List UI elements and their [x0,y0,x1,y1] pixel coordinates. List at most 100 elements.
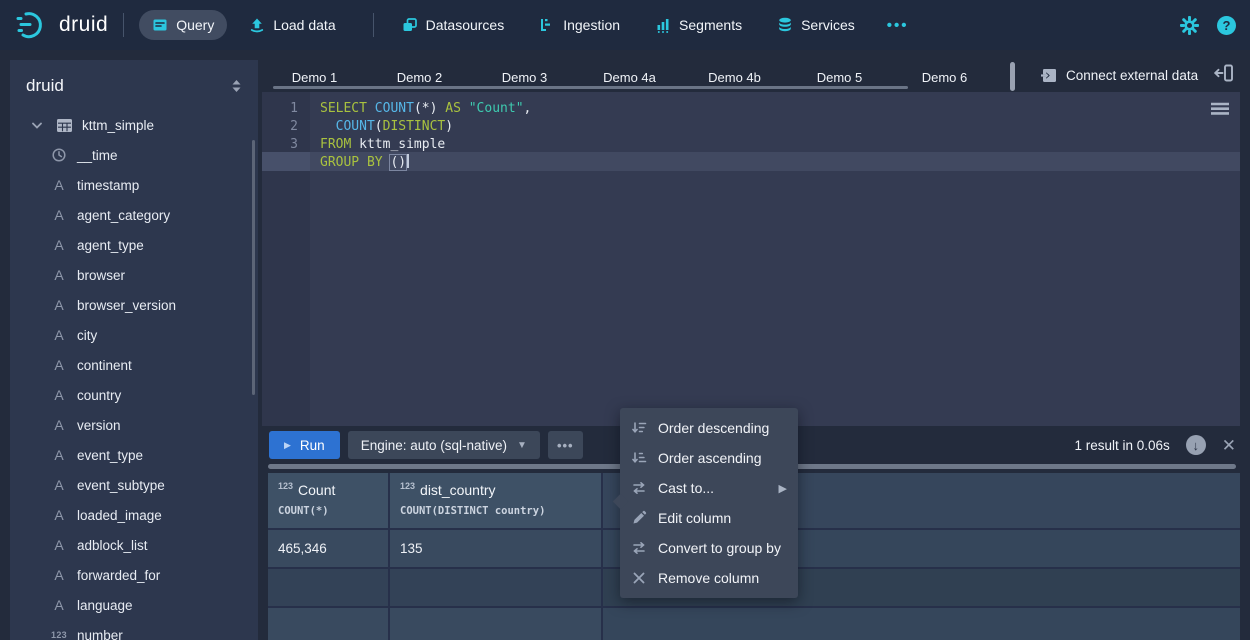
nav-item-load-data[interactable]: Load data [236,10,348,40]
nav-item-query[interactable]: Query [139,10,227,40]
connect-external-data-button[interactable]: Connect external data [1032,60,1206,90]
tree-item-column[interactable]: __time [10,140,258,170]
ingestion-icon [539,17,555,33]
menu-label: Convert to group by [658,540,781,556]
tree-item-column[interactable]: A country [10,380,258,410]
code-line-1: SELECT COUNT(*) AS "Count", [310,100,1240,118]
column-header-dist-country[interactable]: 123dist_country COUNT(DISTINCT country) [390,473,603,528]
sql-editor[interactable]: 1 2 3 4 SELECT COUNT(*) AS "Count", COUN… [262,92,1240,426]
time-icon [50,148,68,162]
settings-gear-icon[interactable] [1180,16,1199,35]
tree-item-column[interactable]: A continent [10,350,258,380]
code-area[interactable]: SELECT COUNT(*) AS "Count", COUNT(DISTIN… [310,92,1240,426]
tree-item-column[interactable]: A agent_type [10,230,258,260]
tab-bar-divider [1010,62,1015,91]
tree-item-column[interactable]: A event_subtype [10,470,258,500]
tree-item-column[interactable]: A browser_version [10,290,258,320]
tree-item-column[interactable]: A adblock_list [10,530,258,560]
tab-demo-1[interactable]: Demo 1 [262,68,367,85]
menu-item-convert-to-group-by[interactable]: Convert to group by [620,533,798,563]
sort-toggle-icon[interactable] [231,79,242,93]
editor-gutter: 1 2 3 4 [262,92,310,426]
schema-name: druid [26,76,64,96]
column-name: forwarded_for [77,568,160,583]
menu-item-cast-to[interactable]: Cast to... ▶ [620,473,798,503]
tree-item-column[interactable]: A event_type [10,440,258,470]
tree-item-column[interactable]: A browser [10,260,258,290]
sidebar-scrollbar[interactable] [252,140,255,395]
tree-item-column[interactable]: A version [10,410,258,440]
column-name: browser [77,268,125,283]
tab-demo-5[interactable]: Demo 5 [787,68,892,85]
string-type-icon: A [50,387,68,403]
text-cursor [407,154,409,168]
tree-item-column[interactable]: A timestamp [10,170,258,200]
help-icon[interactable]: ? [1217,16,1236,35]
menu-item-order-ascending[interactable]: Cast to... Order ascending [620,443,798,473]
tree-item-column[interactable]: A city [10,320,258,350]
editor-menu-icon[interactable] [1210,102,1230,118]
nav-item-services[interactable]: Services [764,10,868,40]
open-panel-icon[interactable] [1214,63,1234,83]
nav-more-button[interactable]: ••• [877,17,919,34]
nav-divider [373,13,374,37]
tab-demo-4a[interactable]: Demo 4a [577,68,682,85]
column-name: agent_type [77,238,144,253]
edit-pencil-icon [631,510,647,526]
connect-external-data-label: Connect external data [1066,68,1198,83]
table-icon [55,119,73,132]
string-type-icon: A [50,327,68,343]
column-name: city [77,328,97,343]
tab-demo-3[interactable]: Demo 3 [472,68,577,85]
string-type-icon: A [50,297,68,313]
sort-ascending-icon [631,450,647,466]
top-nav: druid Query Load data [0,0,1250,50]
column-name: event_type [77,448,143,463]
tab-demo-6[interactable]: Demo 6 [892,68,997,85]
table-name: kttm_simple [82,118,154,133]
code-line-2: COUNT(DISTINCT) [310,118,1240,136]
engine-select-button[interactable]: Engine: auto (sql-native) ▼ [348,431,540,459]
menu-label: Order ascending [658,450,762,466]
download-results-icon[interactable]: ↓ [1186,435,1206,455]
caret-down-icon: ▼ [517,440,527,451]
run-button[interactable]: ▶ Run [269,431,340,459]
nav-right-group: ? [1180,16,1236,35]
tree-item-column[interactable]: A language [10,590,258,620]
cell-dist-country[interactable]: 135 [390,530,603,567]
string-type-icon: A [50,447,68,463]
tree-item-column[interactable]: A agent_category [10,200,258,230]
column-name: loaded_image [77,508,162,523]
nav-item-datasources[interactable]: Datasources [389,10,518,40]
tree-item-column[interactable]: A forwarded_for [10,560,258,590]
menu-item-order-descending[interactable]: Order descending [620,413,798,443]
result-status: 1 result in 0.06s [1074,438,1169,453]
druid-logo[interactable]: druid [14,9,108,41]
query-tab-bar: Demo 1 Demo 2 Demo 3 Demo 4a Demo 4b Dem… [262,60,1250,92]
tree-item-column[interactable]: A loaded_image [10,500,258,530]
code-line-4: GROUP BY () [310,154,1240,172]
tab-demo-4b[interactable]: Demo 4b [682,68,787,85]
datasources-icon [402,17,418,33]
column-name: adblock_list [77,538,148,553]
menu-item-edit-column[interactable]: Edit column [620,503,798,533]
column-context-menu: Order descending Cast to... Order ascend… [620,408,798,598]
tree-item-table[interactable]: kttm_simple [10,110,258,140]
column-tree: kttm_simple __time A timestamp A agent_c… [10,106,258,640]
close-results-icon[interactable]: ✕ [1222,437,1236,454]
column-header-count[interactable]: 123Count COUNT(*) [268,473,390,528]
tab-demo-2[interactable]: Demo 2 [367,68,472,85]
string-type-icon: A [50,357,68,373]
nav-query-label: Query [176,17,214,33]
nav-divider [123,13,124,37]
engine-label: Engine: auto (sql-native) [361,438,507,453]
tree-item-column[interactable]: 123 number [10,620,258,640]
query-more-button[interactable]: ••• [548,431,583,459]
tab-scrollbar[interactable] [273,86,908,89]
string-type-icon: A [50,237,68,253]
nav-item-segments[interactable]: Segments [642,10,755,40]
cell-count[interactable]: 465,346 [268,530,390,567]
string-type-icon: A [50,597,68,613]
nav-item-ingestion[interactable]: Ingestion [526,10,633,40]
menu-item-remove-column[interactable]: Remove column [620,563,798,593]
